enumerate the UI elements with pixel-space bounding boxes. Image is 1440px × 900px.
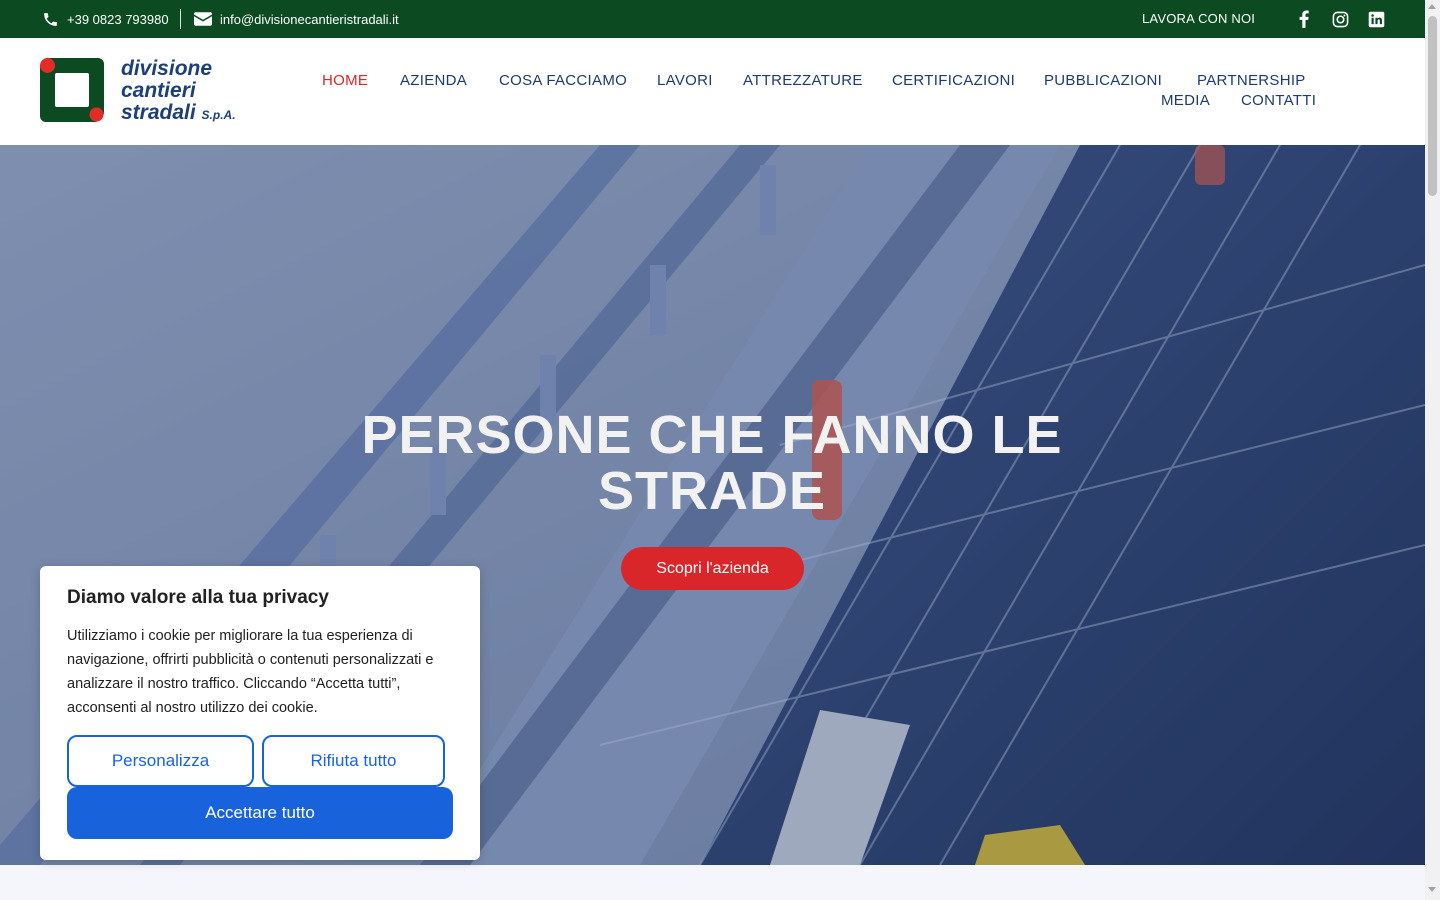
instagram-icon[interactable] xyxy=(1331,10,1349,28)
customize-button[interactable]: Personalizza xyxy=(67,735,254,787)
cookie-title: Diamo valore alla tua privacy xyxy=(67,587,329,608)
divider xyxy=(180,9,181,29)
discover-company-button[interactable]: Scopri l'azienda xyxy=(621,547,804,590)
top-bar: +39 0823 793980 info@divisionecantierist… xyxy=(0,0,1425,38)
nav-home[interactable]: HOME xyxy=(322,72,368,89)
email-link[interactable]: info@divisionecantieristradali.it xyxy=(194,0,399,38)
nav-certificazioni[interactable]: CERTIFICAZIONI xyxy=(892,72,1015,89)
nav-cosa-facciamo[interactable]: COSA FACCIAMO xyxy=(499,72,627,89)
nav-lavori[interactable]: LAVORI xyxy=(657,72,713,89)
company-logo[interactable]: divisione cantieri stradali S.p.A. xyxy=(40,58,250,128)
logo-line-2: cantieri xyxy=(121,79,196,102)
accept-all-button[interactable]: Accettare tutto xyxy=(67,787,453,839)
linkedin-icon[interactable] xyxy=(1367,10,1385,28)
page-scrollbar[interactable] xyxy=(1425,0,1440,900)
logo-suffix: S.p.A. xyxy=(201,108,236,122)
nav-partnership[interactable]: PARTNERSHIP xyxy=(1197,72,1306,89)
scroll-thumb[interactable] xyxy=(1428,16,1437,196)
nav-media[interactable]: MEDIA xyxy=(1161,92,1210,109)
next-section-edge xyxy=(0,865,1425,900)
logo-line-1: divisione xyxy=(121,57,213,80)
logo-mark-icon xyxy=(40,58,104,122)
nav-azienda[interactable]: AZIENDA xyxy=(400,72,467,89)
nav-contatti[interactable]: CONTATTI xyxy=(1241,92,1316,109)
facebook-icon[interactable] xyxy=(1295,10,1313,28)
email-address: info@divisionecantieristradali.it xyxy=(220,11,399,27)
cookie-description: Utilizziamo i cookie per migliorare la t… xyxy=(67,628,434,716)
hero-title: PERSONE CHE FANNO LE STRADE xyxy=(361,405,1063,521)
logo-line-3: stradali xyxy=(121,101,196,124)
envelope-icon xyxy=(194,12,212,26)
cookie-consent-banner: Diamo valore alla tua privacy Utilizziam… xyxy=(40,566,480,860)
phone-link[interactable]: +39 0823 793980 xyxy=(42,0,169,38)
reject-all-button[interactable]: Rifiuta tutto xyxy=(262,735,445,787)
scroll-up-arrow-icon[interactable] xyxy=(1428,4,1436,9)
nav-pubblicazioni[interactable]: PUBBLICAZIONI xyxy=(1044,72,1162,89)
scroll-down-arrow-icon[interactable] xyxy=(1428,887,1436,892)
work-with-us-link[interactable]: LAVORA CON NOI xyxy=(1142,0,1255,38)
phone-number: +39 0823 793980 xyxy=(67,11,169,27)
phone-icon xyxy=(44,12,57,26)
site-header: divisione cantieri stradali S.p.A. HOME … xyxy=(0,38,1425,145)
nav-attrezzature[interactable]: ATTREZZATURE xyxy=(743,72,863,89)
logo-wordmark: divisione cantieri stradali S.p.A. xyxy=(121,58,236,126)
